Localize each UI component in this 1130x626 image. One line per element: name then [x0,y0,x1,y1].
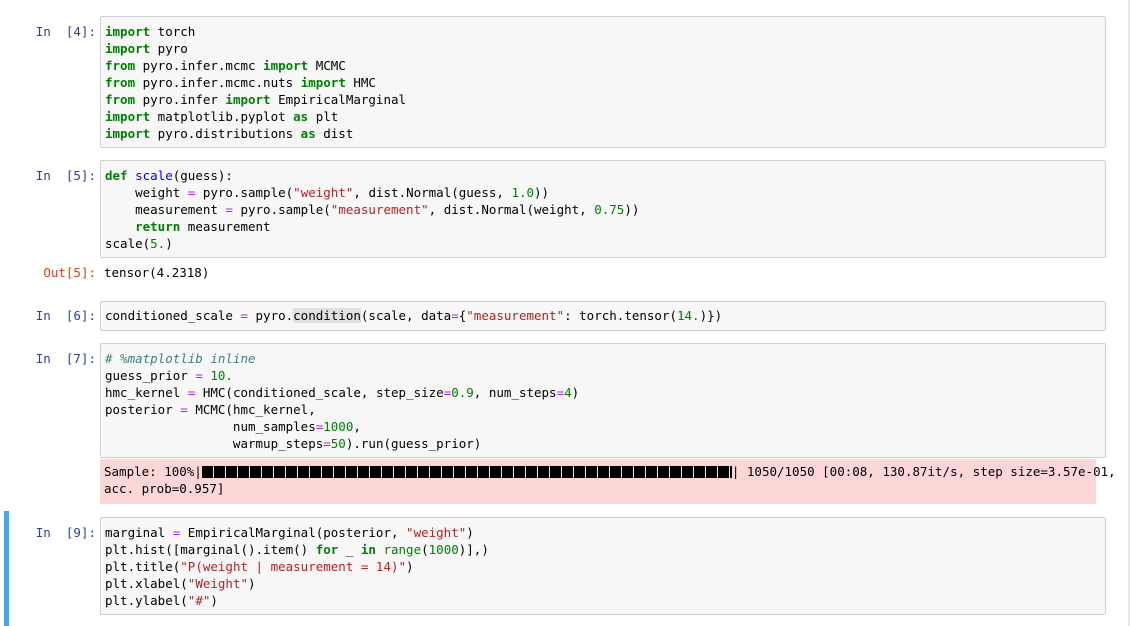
code-line: plt.hist([marginal().item() for _ in ran… [105,542,489,557]
progress-line: Sample: 100%| | 1050/1050 [00:08, 130.87i… [104,463,1116,480]
code-line: import matplotlib.pyplot as plt [105,109,339,124]
code-line: plt.ylabel("#") [105,593,218,608]
input-prompt: In [7]: [35,351,96,366]
code-line: def scale(guess): [105,168,233,183]
code-line: return measurement [135,219,271,234]
code-line: plt.xlabel("Weight") [105,576,256,591]
input-prompt: In [5]: [35,168,96,183]
code-line: posterior = MCMC(hmc_kernel, [105,402,316,417]
output-prompt: Out[5]: [43,265,96,280]
progress-suffix: | 1050/1050 [00:08, 130.87it/s, step siz… [731,464,1116,479]
progress-bar [201,465,732,478]
code-line: measurement = pyro.sample("measurement",… [105,202,640,217]
code-editor[interactable]: # %matplotlib inline guess_prior = 10. h… [100,343,1106,458]
code-line: # %matplotlib inline [105,351,256,366]
progress-line-2: acc. prob=0.957] [104,481,225,496]
progress-prefix: Sample: 100%| [104,464,202,479]
code-line: conditioned_scale = pyro.condition(scale… [105,308,723,323]
code-line: guess_prior = 10. [105,368,233,383]
input-prompt: In [4]: [35,24,96,39]
code-line: from pyro.infer.mcmc.nuts import HMC [105,75,376,90]
code-line: hmc_kernel = HMC(conditioned_scale, step… [105,385,580,400]
stderr-output: Sample: 100%| | 1050/1050 [00:08, 130.87i… [100,459,1116,504]
output-value: tensor(4.2318) [104,265,210,280]
code-line: import pyro [105,41,188,56]
code-editor[interactable]: marginal = EmpiricalMarginal(posterior, … [100,517,1106,615]
input-prompt: In [9]: [35,525,96,540]
code-editor[interactable]: conditioned_scale = pyro.condition(scale… [100,301,1106,331]
code-editor[interactable]: import torch import pyro from pyro.infer… [100,16,1106,148]
code-line: marginal = EmpiricalMarginal(posterior, … [105,525,474,540]
code-line: from pyro.infer import EmpiricalMarginal [105,92,407,107]
code-line: num_samples=1000, [105,419,361,434]
code-line: import torch [105,24,196,39]
code-line: import pyro.distributions as dist [105,126,354,141]
code-editor[interactable]: def scale(guess): weight = pyro.sample("… [100,160,1106,258]
code-line: warmup_steps=50).run(guess_prior) [105,436,482,451]
code-line: scale(5.) [105,236,173,251]
code-line: plt.title("P(weight | measurement = 14)"… [105,559,414,574]
code-line: weight = pyro.sample("weight", dist.Norm… [105,185,550,200]
code-line: from pyro.infer.mcmc import MCMC [105,58,346,73]
input-prompt: In [6]: [35,308,96,323]
